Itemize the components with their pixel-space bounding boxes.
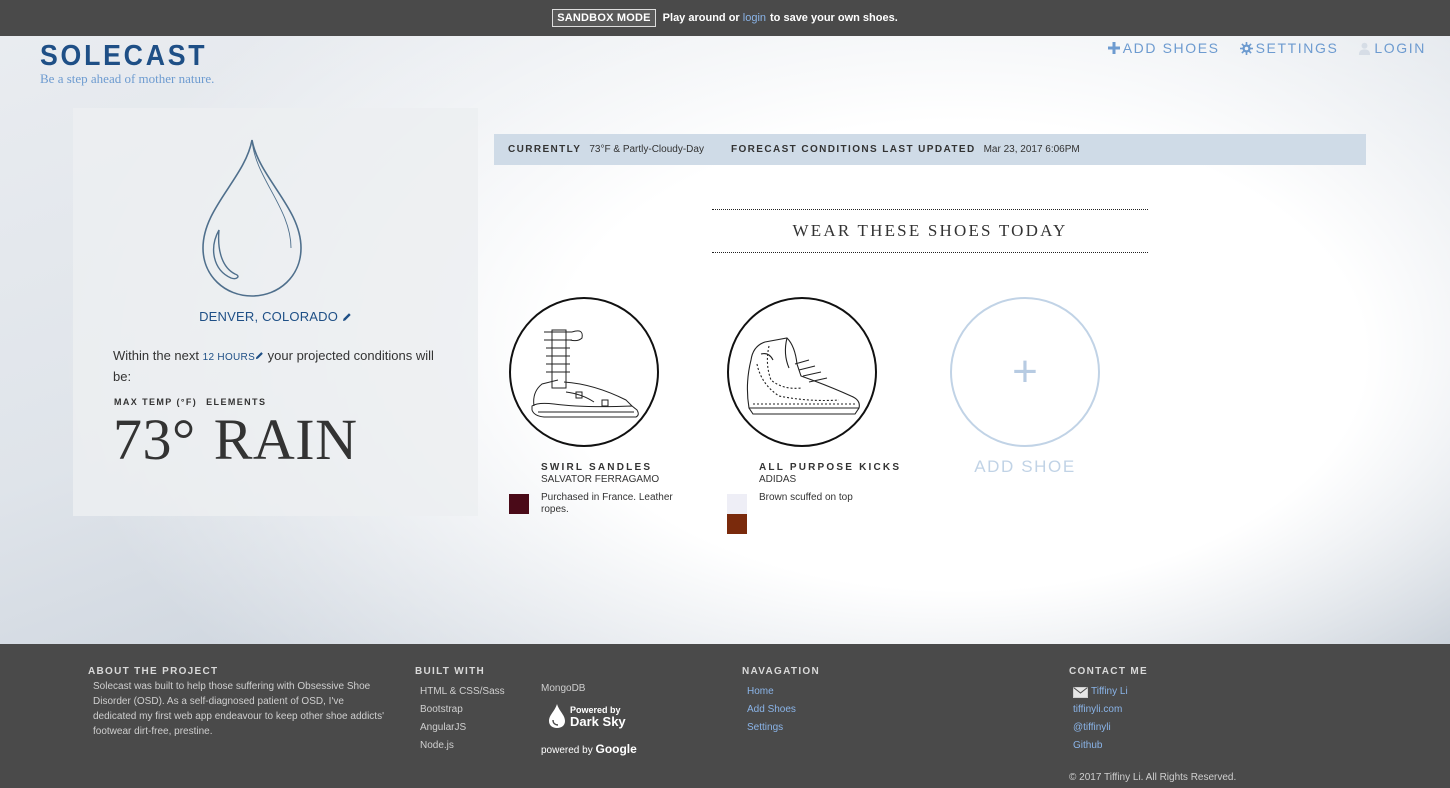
within-prefix: Within the next bbox=[113, 348, 199, 363]
footer: ABOUT THE PROJECT Solecast was built to … bbox=[0, 644, 1450, 788]
built-heading: BUILT WITH bbox=[415, 666, 486, 677]
list-item: HTML & CSS/Sass bbox=[420, 686, 505, 697]
list-item: Node.js bbox=[420, 740, 454, 751]
contact-name: Tiffiny Li bbox=[1091, 686, 1128, 697]
currently-label: CURRENTLY bbox=[508, 144, 582, 155]
shoe-card[interactable]: ALL PURPOSE KICKS ADIDAS Brown scuffed o… bbox=[727, 297, 917, 534]
shoe-image[interactable] bbox=[509, 297, 659, 447]
login-link[interactable]: login bbox=[743, 12, 766, 24]
pencil-icon[interactable] bbox=[255, 351, 264, 360]
gear-icon bbox=[1239, 41, 1253, 55]
footer-link-home[interactable]: Home bbox=[747, 683, 942, 701]
temp-value: 73° bbox=[113, 407, 196, 472]
contact-heading: CONTACT ME bbox=[1069, 666, 1148, 677]
pencil-icon[interactable] bbox=[342, 312, 352, 322]
color-swatch bbox=[727, 514, 747, 534]
footer-built-with-2: MongoDB bbox=[536, 680, 585, 698]
list-item: AngularJS bbox=[420, 722, 467, 733]
plus-icon bbox=[1107, 42, 1120, 54]
contact-link-twitter[interactable]: @tiffinyli bbox=[1073, 719, 1319, 737]
nav-add-shoes-label: ADD SHOES bbox=[1122, 40, 1220, 56]
contact-link-github[interactable]: Github bbox=[1073, 737, 1319, 755]
wear-title: WEAR THESE SHOES TODAY bbox=[712, 209, 1148, 253]
footer-built-with: BUILT WITH HTML & CSS/Sass Bootstrap Ang… bbox=[415, 666, 525, 755]
currently-value: 73°F & Partly-Cloudy-Day bbox=[589, 144, 704, 155]
built-list: HTML & CSS/Sass Bootstrap AngularJS Node… bbox=[420, 683, 525, 755]
logo[interactable]: SOLECAST bbox=[40, 40, 207, 73]
google-brand: Google bbox=[595, 742, 637, 756]
tagline: Be a step ahead of mother nature. bbox=[40, 71, 215, 86]
raindrop-icon bbox=[202, 139, 302, 297]
contact-link-name[interactable]: Tiffiny Li bbox=[1073, 683, 1319, 701]
sandal-icon bbox=[531, 329, 639, 418]
nav-settings-label: SETTINGS bbox=[1255, 40, 1339, 56]
copyright: © 2017 Tiffiny Li. All Rights Reserved. bbox=[1069, 772, 1237, 783]
location[interactable]: DENVER, COLORADO bbox=[73, 308, 478, 324]
condition-values: 73° RAIN bbox=[113, 406, 357, 473]
shoe-name: SWIRL SANDLES bbox=[541, 462, 653, 473]
nav-login-label: LOGIN bbox=[1374, 40, 1426, 56]
shoe-image[interactable] bbox=[727, 297, 877, 447]
shoe-card[interactable]: SWIRL SANDLES SALVATOR FERRAGAMO Purchas… bbox=[509, 297, 699, 515]
shoe-brand: SALVATOR FERRAGAMO bbox=[541, 474, 660, 485]
top-nav: ADD SHOES SETTINGS LOGIN bbox=[1107, 40, 1426, 56]
updated-value: Mar 23, 2017 6:06PM bbox=[983, 144, 1080, 155]
list-item: Bootstrap bbox=[420, 704, 463, 715]
darksky-badge[interactable]: Powered by Dark Sky bbox=[548, 703, 626, 729]
darksky-logo-icon bbox=[549, 704, 565, 728]
projection-text: Within the next 12 HOURS your projected … bbox=[113, 346, 453, 386]
color-swatch bbox=[727, 494, 747, 514]
google-prefix: powered by bbox=[541, 745, 593, 756]
shoe-note: Brown scuffed on top bbox=[759, 492, 853, 503]
nav-add-shoes[interactable]: ADD SHOES bbox=[1107, 40, 1220, 56]
forecast-strip: CURRENTLY 73°F & Partly-Cloudy-Day FOREC… bbox=[494, 134, 1366, 165]
user-icon bbox=[1359, 42, 1371, 55]
nav-login[interactable]: LOGIN bbox=[1358, 40, 1426, 56]
about-text: Solecast was built to help those sufferi… bbox=[93, 681, 384, 737]
shoe-brand: ADIDAS bbox=[759, 474, 797, 485]
location-label: DENVER, COLORADO bbox=[199, 309, 339, 325]
about-heading: ABOUT THE PROJECT bbox=[88, 666, 219, 677]
nav-settings[interactable]: SETTINGS bbox=[1239, 40, 1339, 56]
footer-nav-links: Home Add Shoes Settings bbox=[747, 683, 942, 737]
sneaker-icon bbox=[746, 337, 860, 415]
darksky-big: Dark Sky bbox=[570, 714, 626, 729]
footer-about: ABOUT THE PROJECT Solecast was built to … bbox=[88, 666, 388, 739]
footer-navigation: NAVAGATION Home Add Shoes Settings bbox=[742, 666, 942, 737]
built-list-2: MongoDB bbox=[541, 680, 585, 698]
weather-panel: DENVER, COLORADO Within the next 12 HOUR… bbox=[73, 108, 478, 516]
sandbox-text-after: to save your own shoes. bbox=[770, 12, 898, 24]
sandbox-bar: SANDBOX MODE Play around or login to sav… bbox=[0, 0, 1450, 36]
element-value: RAIN bbox=[213, 407, 358, 472]
color-swatch bbox=[509, 494, 529, 514]
footer-link-settings[interactable]: Settings bbox=[747, 719, 942, 737]
contact-link-website[interactable]: tiffinyli.com bbox=[1073, 701, 1319, 719]
google-badge: powered by Google bbox=[541, 742, 637, 756]
sandbox-mode-badge: SANDBOX MODE bbox=[552, 9, 656, 27]
updated-label: FORECAST CONDITIONS LAST UPDATED bbox=[730, 144, 976, 155]
add-shoe-label[interactable]: ADD SHOE bbox=[950, 457, 1100, 477]
footer-contact: CONTACT ME Tiffiny Li tiffinyli.com @tif… bbox=[1069, 666, 1319, 755]
contact-links: Tiffiny Li tiffinyli.com @tiffinyli Gith… bbox=[1073, 683, 1319, 755]
list-item: MongoDB bbox=[541, 683, 586, 694]
mail-icon bbox=[1073, 686, 1088, 698]
sandbox-text: Play around or bbox=[662, 12, 740, 24]
hours-selector[interactable]: 12 HOURS bbox=[203, 352, 255, 363]
nav-heading: NAVAGATION bbox=[742, 666, 820, 677]
shoe-note: Purchased in France. Leather ropes. bbox=[541, 492, 673, 515]
shoe-name: ALL PURPOSE KICKS bbox=[759, 462, 902, 473]
footer-link-add-shoes[interactable]: Add Shoes bbox=[747, 701, 942, 719]
add-shoe-button[interactable]: + bbox=[950, 297, 1100, 447]
main-area: SOLECAST Be a step ahead of mother natur… bbox=[0, 36, 1450, 644]
